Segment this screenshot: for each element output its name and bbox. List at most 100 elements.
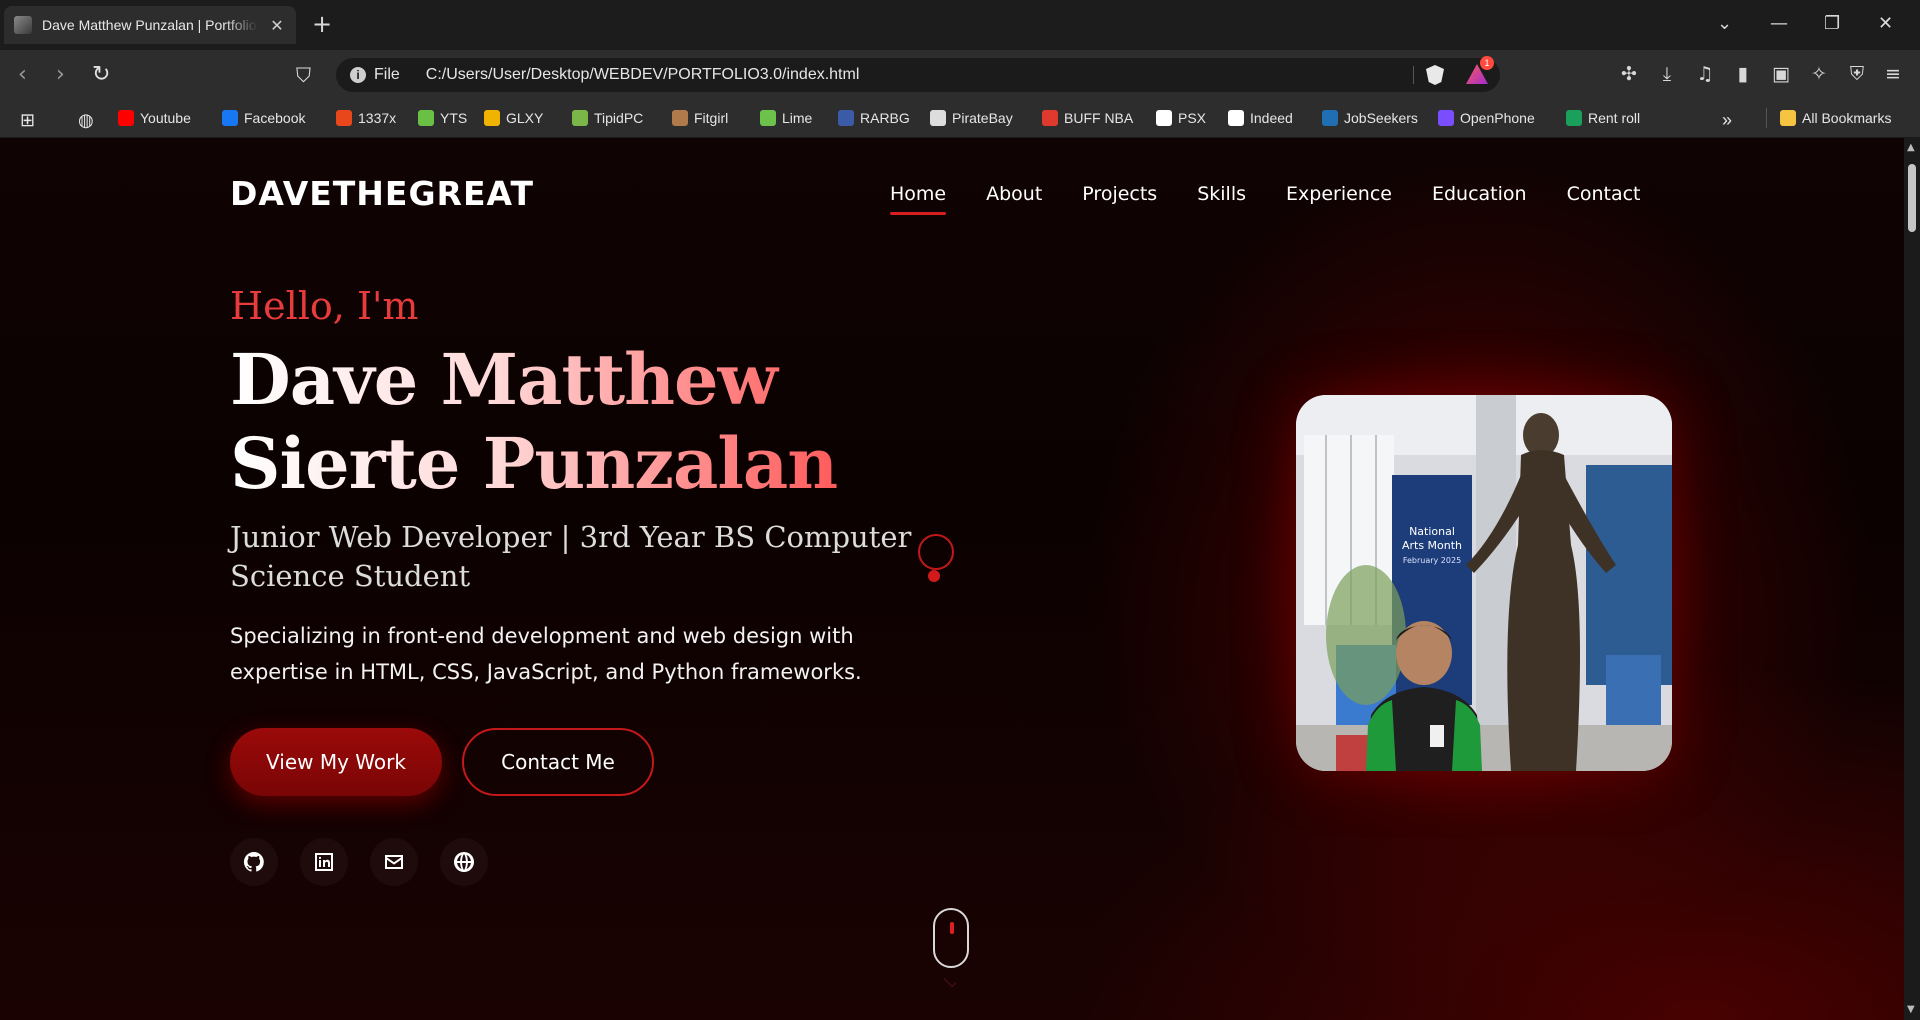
tab-title: Dave Matthew Punzalan | Portfolio <box>42 17 257 33</box>
globe-bookmark-icon[interactable]: ◍ <box>78 110 94 131</box>
nav-home[interactable]: Home <box>890 183 947 215</box>
omnibox-divider <box>1413 66 1414 84</box>
bookmark-label: 1337x <box>358 110 397 126</box>
profile-photo-illustration: National Arts Month February 2025 <box>1296 395 1672 771</box>
banner-text: National <box>1409 525 1455 538</box>
minimize-icon[interactable]: — <box>1770 12 1788 36</box>
window-close-icon[interactable]: ✕ <box>1878 12 1893 36</box>
bookmark-label: JobSeekers <box>1344 110 1418 126</box>
browser-tab-bar: Dave Matthew Punzalan | Portfolio ✕ + ⌄ … <box>0 0 1920 50</box>
bookmarks-divider <box>1766 108 1767 128</box>
bookmark-buff-nba[interactable]: BUFF NBA <box>1042 110 1133 126</box>
bookmark-label: PSX <box>1178 110 1207 126</box>
bookmark-tipidpc[interactable]: TipidPC <box>572 110 643 126</box>
folder-icon <box>1780 110 1796 126</box>
bookmark-favicon-icon <box>418 110 434 126</box>
vpn-icon[interactable]: ⛨ <box>1846 63 1868 85</box>
scrollbar-thumb[interactable] <box>1908 164 1916 232</box>
bookmark-lime[interactable]: Lime <box>760 110 812 126</box>
svg-text:Arts Month: Arts Month <box>1402 539 1462 552</box>
leo-ai-icon[interactable]: ✧ <box>1808 63 1830 85</box>
bookmark-label: RARBG <box>860 110 910 126</box>
bookmark-piratebay[interactable]: PirateBay <box>930 110 1013 126</box>
more-bookmarks-icon[interactable]: » <box>1722 110 1732 131</box>
nav-projects[interactable]: Projects <box>1082 183 1157 215</box>
bookmark-favicon-icon <box>760 110 776 126</box>
custom-cursor-dot <box>928 570 940 582</box>
bookmark-label: BUFF NBA <box>1064 110 1134 126</box>
extensions-icon[interactable]: ✣ <box>1618 63 1640 85</box>
bookmark-yts[interactable]: YTS <box>418 110 467 126</box>
hero-name: Dave Matthew Sierte Punzalan <box>230 338 990 506</box>
tab-favicon <box>14 16 32 34</box>
bookmark-page-icon[interactable]: ⛉ <box>296 63 311 87</box>
bookmark-psx[interactable]: PSX <box>1156 110 1206 126</box>
media-icon[interactable]: ♫ <box>1694 63 1716 85</box>
tab-search-chevron-icon[interactable]: ⌄ <box>1717 12 1732 36</box>
bookmark-fitgirl[interactable]: Fitgirl <box>672 110 728 126</box>
main-nav: Home About Projects Skills Experience Ed… <box>890 183 1641 215</box>
bookmark-favicon-icon <box>1322 110 1338 126</box>
social-links <box>230 838 488 886</box>
apps-grid-icon[interactable]: ⊞ <box>20 110 35 131</box>
bookmark-favicon-icon <box>838 110 854 126</box>
mail-icon[interactable] <box>370 838 418 886</box>
back-icon[interactable]: ‹ <box>18 63 27 87</box>
forward-icon[interactable]: › <box>56 63 65 87</box>
linkedin-icon[interactable] <box>300 838 348 886</box>
bookmark-favicon-icon <box>222 110 238 126</box>
bookmark-openphone[interactable]: OpenPhone <box>1438 110 1535 126</box>
scroll-down-icon[interactable]: ▼ <box>1907 1004 1915 1015</box>
sidebar-icon[interactable]: ▮ <box>1732 63 1754 85</box>
bookmark-1337x[interactable]: 1337x <box>336 110 396 126</box>
tab-close-icon[interactable]: ✕ <box>268 16 286 35</box>
address-bar[interactable]: i File C:/Users/User/Desktop/WEBDEV/PORT… <box>336 56 1500 92</box>
browser-tab[interactable]: Dave Matthew Punzalan | Portfolio ✕ <box>4 6 296 44</box>
bookmark-jobseekers[interactable]: JobSeekers <box>1322 110 1418 126</box>
info-icon[interactable]: i <box>350 67 366 83</box>
nav-contact[interactable]: Contact <box>1567 183 1641 215</box>
svg-text:February 2025: February 2025 <box>1403 556 1461 565</box>
bookmark-rent-roll[interactable]: Rent roll <box>1566 110 1640 126</box>
bookmark-label: TipidPC <box>594 110 644 126</box>
browser-toolbar: ‹ › ↻ ⛉ i File C:/Users/User/Desktop/WEB… <box>0 50 1920 100</box>
scroll-chevron-icon <box>943 974 957 988</box>
site-header: DAVETHEGREAT Home About Projects Skills … <box>0 138 1904 238</box>
bookmark-rarbg[interactable]: RARBG <box>838 110 910 126</box>
site-logo[interactable]: DAVETHEGREAT <box>230 174 534 213</box>
bookmark-youtube[interactable]: Youtube <box>118 110 191 126</box>
page-scrollbar[interactable]: ▲ ▼ <box>1904 138 1920 1020</box>
nav-skills[interactable]: Skills <box>1197 183 1246 215</box>
hero-description: Specializing in front-end development an… <box>230 624 862 684</box>
download-icon[interactable]: ⤓ <box>1656 63 1678 85</box>
view-my-work-button[interactable]: View My Work <box>230 728 442 796</box>
restore-icon[interactable]: ❐ <box>1824 12 1840 36</box>
hero-greeting: Hello, I'm <box>230 284 419 328</box>
bookmark-favicon-icon <box>118 110 134 126</box>
bookmarks-bar: ⊞ ◍ Youtube Facebook 1337x YTS GLXY TipidPC Fi… <box>0 100 1920 138</box>
globe-icon[interactable] <box>440 838 488 886</box>
nav-about[interactable]: About <box>986 183 1042 215</box>
bookmark-label: Facebook <box>244 110 306 126</box>
new-tab-button[interactable]: + <box>312 12 332 36</box>
brave-shields-icon[interactable] <box>1426 65 1444 85</box>
profile-photo: National Arts Month February 2025 <box>1296 395 1672 771</box>
contact-me-button[interactable]: Contact Me <box>462 728 654 796</box>
reload-icon[interactable]: ↻ <box>92 63 110 87</box>
bookmark-facebook[interactable]: Facebook <box>222 110 305 126</box>
bookmark-favicon-icon <box>1228 110 1244 126</box>
scroll-indicator[interactable] <box>933 908 969 968</box>
bookmark-favicon-icon <box>1156 110 1172 126</box>
bookmark-glxy[interactable]: GLXY <box>484 110 543 126</box>
all-bookmarks-label: All Bookmarks <box>1802 110 1892 126</box>
nav-education[interactable]: Education <box>1432 183 1527 215</box>
bookmark-indeed[interactable]: Indeed <box>1228 110 1293 126</box>
scroll-up-icon[interactable]: ▲ <box>1907 142 1915 153</box>
all-bookmarks-folder[interactable]: All Bookmarks <box>1780 110 1891 126</box>
github-icon[interactable] <box>230 838 278 886</box>
url-text[interactable]: C:/Users/User/Desktop/WEBDEV/PORTFOLIO3.… <box>426 66 860 84</box>
nav-experience[interactable]: Experience <box>1286 183 1392 215</box>
menu-icon[interactable]: ≡ <box>1882 63 1904 85</box>
bookmark-favicon-icon <box>930 110 946 126</box>
wallet-icon[interactable]: ▣ <box>1770 63 1792 85</box>
